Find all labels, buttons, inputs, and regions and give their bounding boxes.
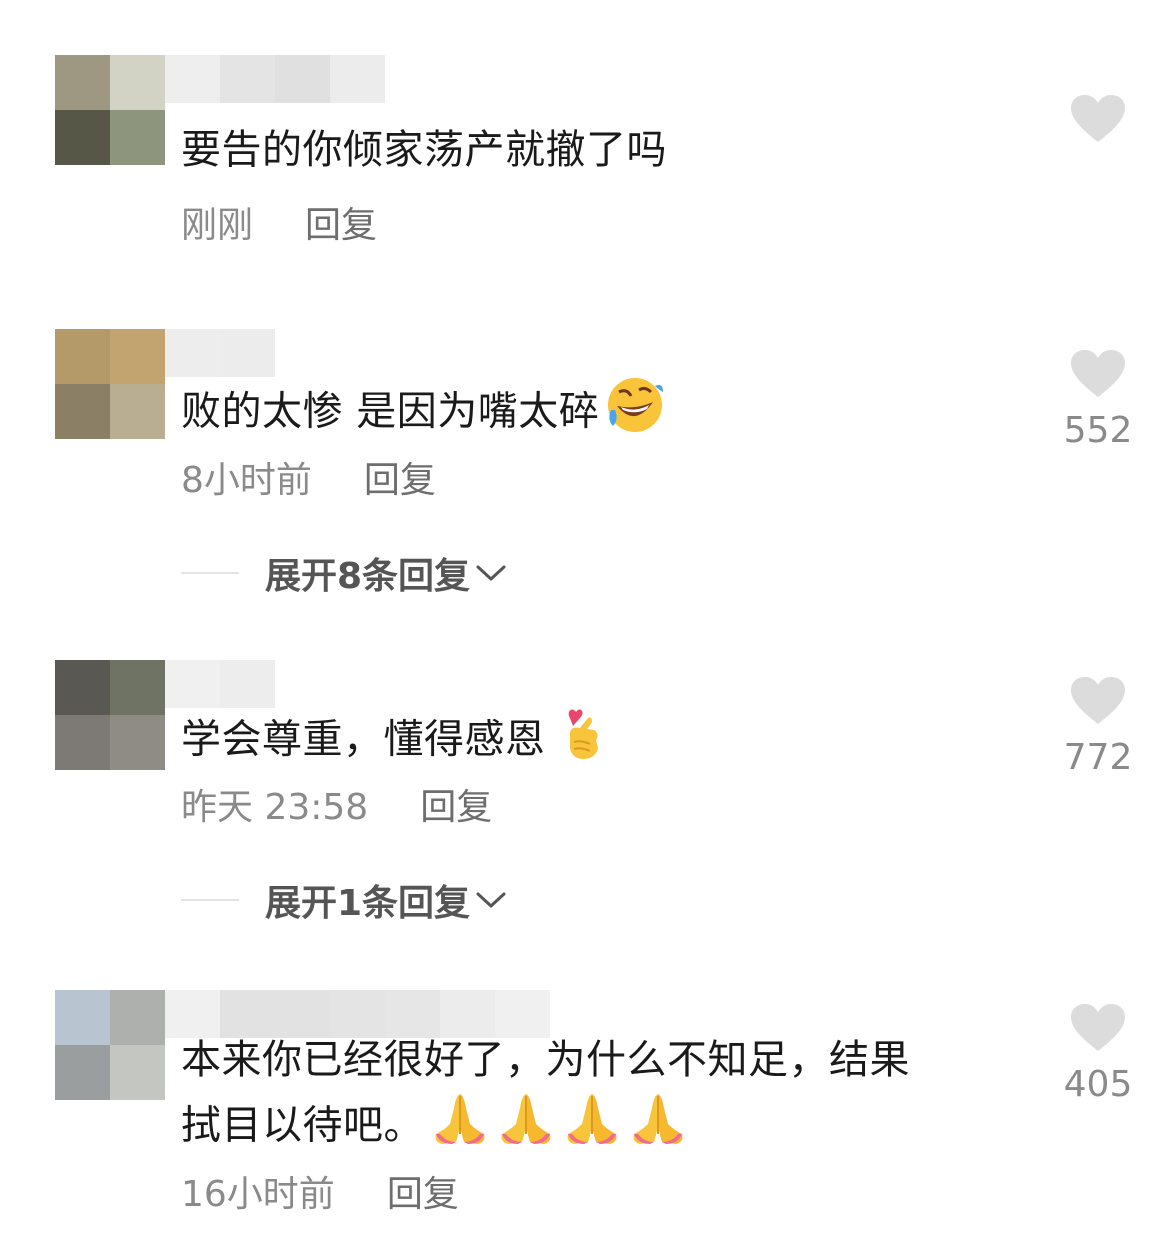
comment-meta: 昨天 23:58 回复	[181, 786, 492, 830]
username[interactable]	[165, 660, 275, 708]
chevron-down-icon	[476, 565, 506, 581]
like-button[interactable]	[1038, 94, 1158, 156]
expand-replies-button[interactable]: 展开1条回复	[181, 874, 508, 926]
expand-replies-label: 展开8条回复	[265, 556, 471, 597]
comment-text-content: 拭目以待吧。	[181, 1102, 424, 1149]
comment-meta: 刚刚 回复	[181, 204, 377, 248]
username[interactable]	[165, 55, 385, 103]
comment-time: 16小时前	[181, 1174, 335, 1215]
expand-replies-button[interactable]: 展开8条回复	[181, 547, 508, 599]
reply-button[interactable]: 回复	[387, 1174, 459, 1215]
like-button[interactable]: 552	[1038, 349, 1158, 451]
reply-button[interactable]: 回复	[420, 787, 492, 828]
divider-line	[181, 572, 239, 574]
avatar[interactable]	[55, 990, 165, 1100]
comment-text-content: 学会尊重，懂得感恩	[181, 716, 546, 763]
username[interactable]	[165, 329, 275, 377]
divider-line	[181, 899, 239, 901]
comment-text: 学会尊重，懂得感恩	[181, 704, 604, 779]
like-count: 552	[1063, 410, 1133, 451]
comment-time: 刚刚	[181, 205, 254, 246]
comment-text-content: 败的太惨 是因为嘴太碎	[181, 388, 600, 435]
heart-icon	[1071, 677, 1125, 724]
heart-icon	[1071, 95, 1125, 142]
like-count: 405	[1063, 1064, 1133, 1105]
heart-icon	[1071, 350, 1125, 397]
avatar[interactable]	[55, 329, 165, 439]
heart-icon	[1071, 1004, 1125, 1051]
comment-text: 要告的你倾家荡产就撤了吗	[181, 127, 667, 173]
expand-replies-label: 展开1条回复	[265, 883, 471, 924]
like-button[interactable]: 405	[1038, 1003, 1158, 1105]
folded-hands-emoji-icon	[430, 1090, 694, 1165]
comment-meta: 8小时前 回复	[181, 459, 436, 503]
rolling-laughing-emoji-icon	[605, 376, 665, 451]
like-button[interactable]: 772	[1038, 676, 1158, 778]
comment-time: 8小时前	[181, 460, 312, 501]
finger-heart-emoji-icon	[560, 704, 604, 779]
reply-button[interactable]: 回复	[305, 205, 377, 246]
chevron-down-icon	[476, 892, 506, 908]
avatar[interactable]	[55, 55, 165, 165]
avatar[interactable]	[55, 660, 165, 770]
comment-time: 昨天 23:58	[181, 787, 369, 828]
reply-button[interactable]: 回复	[364, 460, 436, 501]
comment-text-line2: 拭目以待吧。	[181, 1090, 694, 1165]
comment-text-line1: 本来你已经很好了，为什么不知足，结果	[181, 1037, 910, 1083]
like-count: 772	[1063, 737, 1133, 778]
comment-meta: 16小时前 回复	[181, 1173, 459, 1217]
comment-text: 败的太惨 是因为嘴太碎	[181, 376, 665, 451]
